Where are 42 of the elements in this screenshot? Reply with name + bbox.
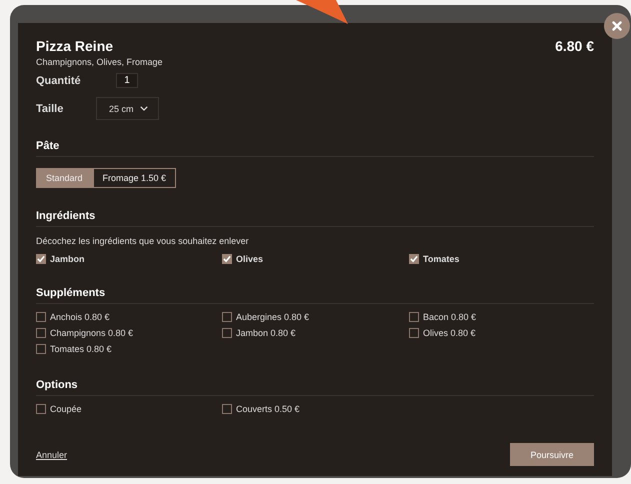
checkbox-label: Couverts 0.50 € <box>236 404 300 414</box>
section-heading: Suppléments <box>36 287 594 304</box>
checkbox[interactable] <box>222 312 232 322</box>
section-heading: Options <box>36 379 594 396</box>
size-dropdown[interactable]: 25 cm <box>96 97 159 120</box>
product-description: Champignons, Olives, Fromage <box>36 57 163 67</box>
checkbox[interactable] <box>409 254 419 264</box>
checkbox-label: Champignons 0.80 € <box>50 328 134 338</box>
section-heading: Pâte <box>36 140 594 157</box>
checkbox-label: Jambon <box>50 254 85 264</box>
section-heading: Ingrédients <box>36 210 594 227</box>
checkbox-label: Aubergines 0.80 € <box>236 312 310 322</box>
product-name: Pizza Reine <box>36 38 114 54</box>
dough-option[interactable]: Fromage 1.50 € <box>92 168 176 188</box>
cancel-link[interactable]: Annuler <box>36 450 68 460</box>
checkbox-label: Tomates 0.80 € <box>50 344 112 354</box>
close-icon <box>612 21 622 31</box>
checkbox-label: Bacon 0.80 € <box>423 312 476 322</box>
continue-button[interactable]: Poursuivre <box>510 443 594 466</box>
checkbox[interactable] <box>409 312 419 322</box>
close-button[interactable] <box>604 13 630 39</box>
checkbox[interactable] <box>222 254 232 264</box>
size-label: Taille <box>36 102 64 114</box>
checkbox[interactable] <box>36 344 46 354</box>
checkbox[interactable] <box>36 312 46 322</box>
checkbox-label: Jambon 0.80 € <box>236 328 296 338</box>
checkbox[interactable] <box>409 328 419 338</box>
checkbox-label: Anchois 0.80 € <box>50 312 110 322</box>
checkbox-label: Coupée <box>50 404 82 414</box>
checkbox-label: Olives <box>236 254 264 264</box>
checkbox-label: Olives 0.80 € <box>423 328 476 338</box>
checkbox[interactable] <box>36 254 46 264</box>
hint-text: Décochez les ingrédients que vous souhaitez enlever <box>36 236 250 246</box>
checkbox-label: Tomates <box>423 254 460 264</box>
chevron-down-icon <box>140 106 148 111</box>
checkbox[interactable] <box>222 404 232 414</box>
quantity-label: Quantité <box>36 74 82 86</box>
quantity-field[interactable]: 1 <box>116 73 138 88</box>
checkbox[interactable] <box>222 328 232 338</box>
product-price: 6.80 € <box>555 38 594 54</box>
checkbox[interactable] <box>36 404 46 414</box>
checkbox[interactable] <box>36 328 46 338</box>
